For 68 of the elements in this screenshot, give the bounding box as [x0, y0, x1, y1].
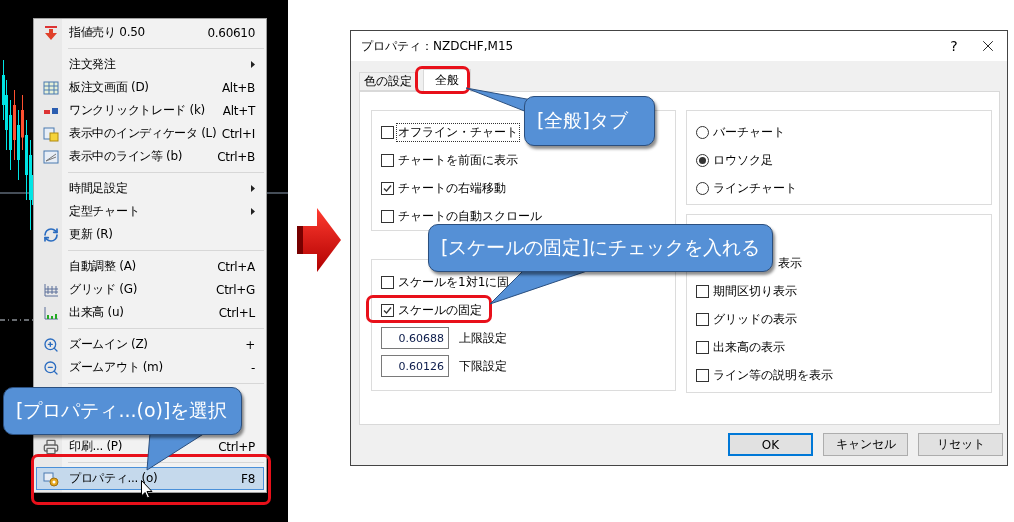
menu-item[interactable]: 表示中のインディケータ (L) Ctrl+I — [36, 122, 264, 145]
number-field[interactable]: 0.60126 — [381, 355, 449, 377]
zoom-out-icon — [43, 359, 59, 376]
radio-button[interactable] — [696, 153, 709, 167]
dialog-button[interactable]: リセット — [918, 433, 1003, 456]
dialog-button[interactable]: OK — [728, 433, 813, 456]
checkbox[interactable] — [381, 153, 394, 167]
radio-label[interactable]: ラインチャート — [712, 179, 798, 197]
menu-item[interactable]: 定型チャート — [36, 200, 264, 223]
radio-button[interactable] — [696, 125, 709, 139]
menu-item[interactable]: ワンクリックトレード (k) Alt+T — [36, 99, 264, 122]
checkbox-label[interactable]: グリッドの表示 — [712, 310, 798, 328]
table-icon — [43, 79, 59, 96]
menu-item[interactable]: ズームアウト (m) - — [36, 356, 264, 379]
grid-icon — [43, 281, 59, 298]
checkbox-label[interactable]: 出来高の表示 — [712, 338, 786, 356]
zoom-in-icon — [43, 336, 59, 353]
checkbox-label[interactable]: スケールの固定 — [397, 301, 483, 319]
checkbox[interactable] — [696, 368, 709, 382]
menu-item[interactable]: プロパティ... (o) F8 — [36, 467, 264, 490]
number-field[interactable]: 0.60688 — [381, 327, 449, 349]
radio-label[interactable]: ロウソク足 — [712, 151, 774, 169]
menu-item[interactable]: 印刷... (P) Ctrl+P — [36, 435, 264, 458]
menu-item[interactable]: 注文発注 — [36, 53, 264, 76]
window-title: プロパティ：NZDCHF,M15 — [361, 37, 515, 55]
help-button[interactable]: ? — [939, 38, 969, 54]
highlight-frame — [415, 66, 470, 94]
menu-item[interactable]: 表示中のライン等 (b) Ctrl+B — [36, 145, 264, 168]
menu-item[interactable]: 板注文画面 (D) Alt+B — [36, 76, 264, 99]
field-label: 下限設定 — [458, 357, 508, 375]
checkbox[interactable] — [696, 312, 709, 326]
checkbox-label[interactable]: スケールを1対1に固 — [397, 273, 511, 291]
checkbox-label[interactable]: オフライン・チャート — [397, 123, 519, 141]
checkbox[interactable] — [381, 303, 394, 317]
checkbox-label[interactable]: チャートの自動スクロール — [397, 207, 543, 225]
checkbox-label[interactable]: チャートを前面に表示 — [397, 151, 519, 169]
checkbox[interactable] — [381, 209, 394, 223]
callout: [全般]タブ — [524, 96, 655, 146]
volume-bars-icon — [43, 304, 59, 321]
field-label: 上限設定 — [458, 329, 508, 347]
checkbox[interactable] — [381, 275, 394, 289]
radio-label[interactable]: バーチャート — [712, 123, 786, 141]
checkbox[interactable] — [381, 125, 394, 139]
price-line — [0, 319, 34, 321]
checkbox[interactable] — [381, 181, 394, 195]
dialog-button[interactable]: キャンセル — [823, 433, 908, 456]
checkbox-label[interactable]: チャートの右端移動 — [397, 179, 507, 197]
menu-item[interactable]: 時間足設定 — [36, 177, 264, 200]
menu-item[interactable]: 指値売り 0.50 0.60610 — [36, 21, 264, 44]
down-arrow-icon — [43, 24, 59, 41]
tab[interactable]: 色の設定 — [359, 72, 417, 91]
refresh-icon — [43, 226, 59, 243]
menu-item[interactable]: 自動調整 (A) Ctrl+A — [36, 255, 264, 278]
checkbox-label[interactable]: ライン等の説明を表示 — [712, 366, 834, 384]
radio-button[interactable] — [696, 181, 709, 195]
menu-item[interactable]: グリッド (G) Ctrl+G — [36, 278, 264, 301]
menu-item[interactable]: 出来高 (u) Ctrl+L — [36, 301, 264, 324]
printer-icon — [43, 438, 59, 455]
indicator-icon — [43, 125, 59, 142]
checkbox-label[interactable]: 期間区切り表示 — [712, 282, 798, 300]
checkbox[interactable] — [696, 284, 709, 298]
right-arrow-drawing — [297, 208, 341, 272]
checkbox-label[interactable]: 表示 — [778, 254, 802, 272]
checkbox[interactable] — [696, 340, 709, 354]
menu-item[interactable]: 更新 (R) — [36, 223, 264, 246]
menu-item[interactable]: ズームイン (Z) + — [36, 333, 264, 356]
gear-icon — [43, 470, 59, 487]
line-chart-icon — [43, 148, 59, 165]
